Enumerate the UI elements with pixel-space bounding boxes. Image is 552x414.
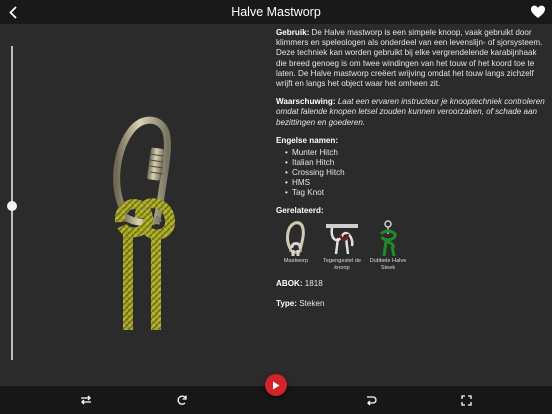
type-label: Type: [276, 299, 297, 309]
related-title: Gerelateerd: [276, 206, 324, 216]
page-title: Halve Mastworp [231, 5, 321, 19]
abok-row: ABOK: 1818 [276, 279, 546, 289]
fullscreen-icon[interactable] [458, 392, 474, 408]
rotate-icon[interactable] [174, 392, 190, 408]
header-bar: Halve Mastworp [0, 0, 552, 24]
slider-thumb[interactable] [7, 201, 17, 211]
loop-icon[interactable] [362, 392, 378, 408]
knot-description: Gebruik: De Halve mastworp is een simpel… [276, 28, 546, 320]
heart-icon[interactable] [530, 4, 546, 20]
knot-thumbnail [324, 220, 360, 256]
play-button[interactable] [265, 374, 287, 396]
english-names-list: Munter Hitch Italian Hitch Crossing Hitc… [285, 148, 546, 198]
related-label: Tegengestel de knoop [323, 258, 361, 271]
related-label: Dubbele Halve Steek [369, 258, 407, 271]
english-names-title: Engelse namen: [276, 135, 339, 145]
related-item-dubbele-halve-steek[interactable]: Dubbele Halve Steek [368, 220, 408, 271]
abok-value: 1818 [302, 279, 323, 289]
bottom-toolbar [0, 374, 552, 414]
play-icon [273, 381, 280, 389]
usage-text: De Halve mastworp is een simpele knoop, … [276, 28, 543, 89]
knot-thumbnail [370, 220, 406, 257]
warning-label: Waarschuwing: [276, 97, 336, 107]
list-item: HMS [285, 178, 546, 188]
related-item-mastworp[interactable]: Mastworp [276, 220, 316, 271]
list-item: Italian Hitch [285, 158, 546, 168]
knot-illustration[interactable] [98, 114, 198, 336]
related-item-tegengestelde-knoop[interactable]: Tegengestel de knoop [322, 220, 362, 271]
type-row: Type: Steken [276, 299, 546, 309]
list-item: Munter Hitch [285, 148, 546, 158]
related-knots: Mastworp Tegengestel de knoop Dubbele Ha… [276, 220, 546, 271]
list-item: Tag Knot [285, 188, 546, 198]
swap-icon[interactable] [78, 392, 94, 408]
main-area: Gebruik: De Halve mastworp is een simpel… [0, 24, 552, 386]
list-item: Crossing Hitch [285, 168, 546, 178]
related-label: Mastworp [283, 258, 309, 265]
usage-label: Gebruik: [276, 28, 310, 37]
abok-label: ABOK: [276, 279, 303, 289]
knot-thumbnail [278, 220, 314, 257]
type-value: Steken [297, 299, 325, 309]
